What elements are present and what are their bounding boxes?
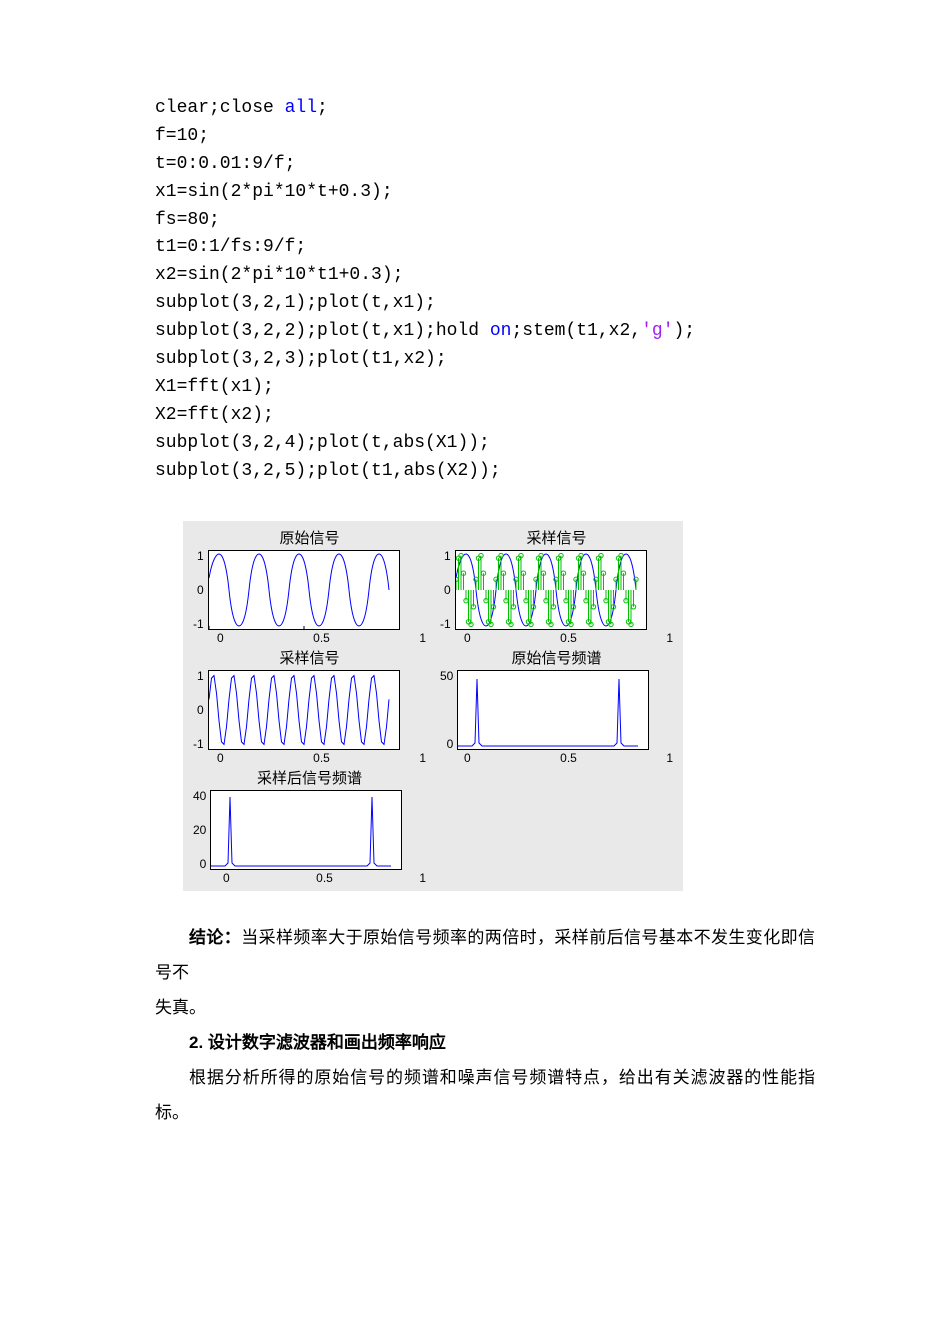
subplot-3-sampled-line: 采样信号 1 0 -1 0 [193,647,426,765]
x-axis: 0 0.5 1 [217,631,426,645]
y-axis: 1 0 -1 [440,550,455,630]
matlab-code-block: clear;close all; f=10; t=0:0.01:9/f; x1=… [155,95,815,485]
chart-title: 原始信号 [193,527,426,548]
x-axis: 0 0.5 1 [464,631,673,645]
x-axis: 0 0.5 1 [223,871,426,885]
matlab-figure: 原始信号 1 0 -1 [183,521,683,891]
spectrum-chart-icon [458,671,648,749]
conclusion-label: 结论： [189,928,241,947]
y-axis: 1 0 -1 [193,670,208,750]
chart-title: 原始信号频谱 [440,647,673,668]
sine-chart-icon [209,551,399,629]
x-axis: 0 0.5 1 [464,751,673,765]
stem-chart-icon [456,551,646,629]
x-axis: 0 0.5 1 [217,751,426,765]
subplot-2-sampled-signal: 采样信号 1 0 -1 [440,527,673,645]
sine-chart-icon [209,671,399,749]
conclusion-text: 结论：当采样频率大于原始信号频率的两倍时，采样前后信号基本不发生变化即信号不 失… [155,921,815,1130]
subplot-4-original-spectrum: 原始信号频谱 50 0 0 0. [440,647,673,765]
y-axis: 50 0 [440,670,457,750]
y-axis: 1 0 -1 [193,550,208,630]
y-axis: 40 20 0 [193,790,210,870]
subplot-1-original-signal: 原始信号 1 0 -1 [193,527,426,645]
section-2-heading: 2. 设计数字滤波器和画出频率响应 [189,1033,446,1052]
subplot-5-sampled-spectrum: 采样后信号频谱 40 20 0 [193,767,426,885]
spectrum-chart-icon [211,791,401,869]
chart-title: 采样信号 [440,527,673,548]
section-2-body: 根据分析所得的原始信号的频谱和噪声信号频谱特点，给出有关滤波器的性能指标。 [155,1068,815,1122]
chart-title: 采样信号 [193,647,426,668]
chart-title: 采样后信号频谱 [193,767,426,788]
